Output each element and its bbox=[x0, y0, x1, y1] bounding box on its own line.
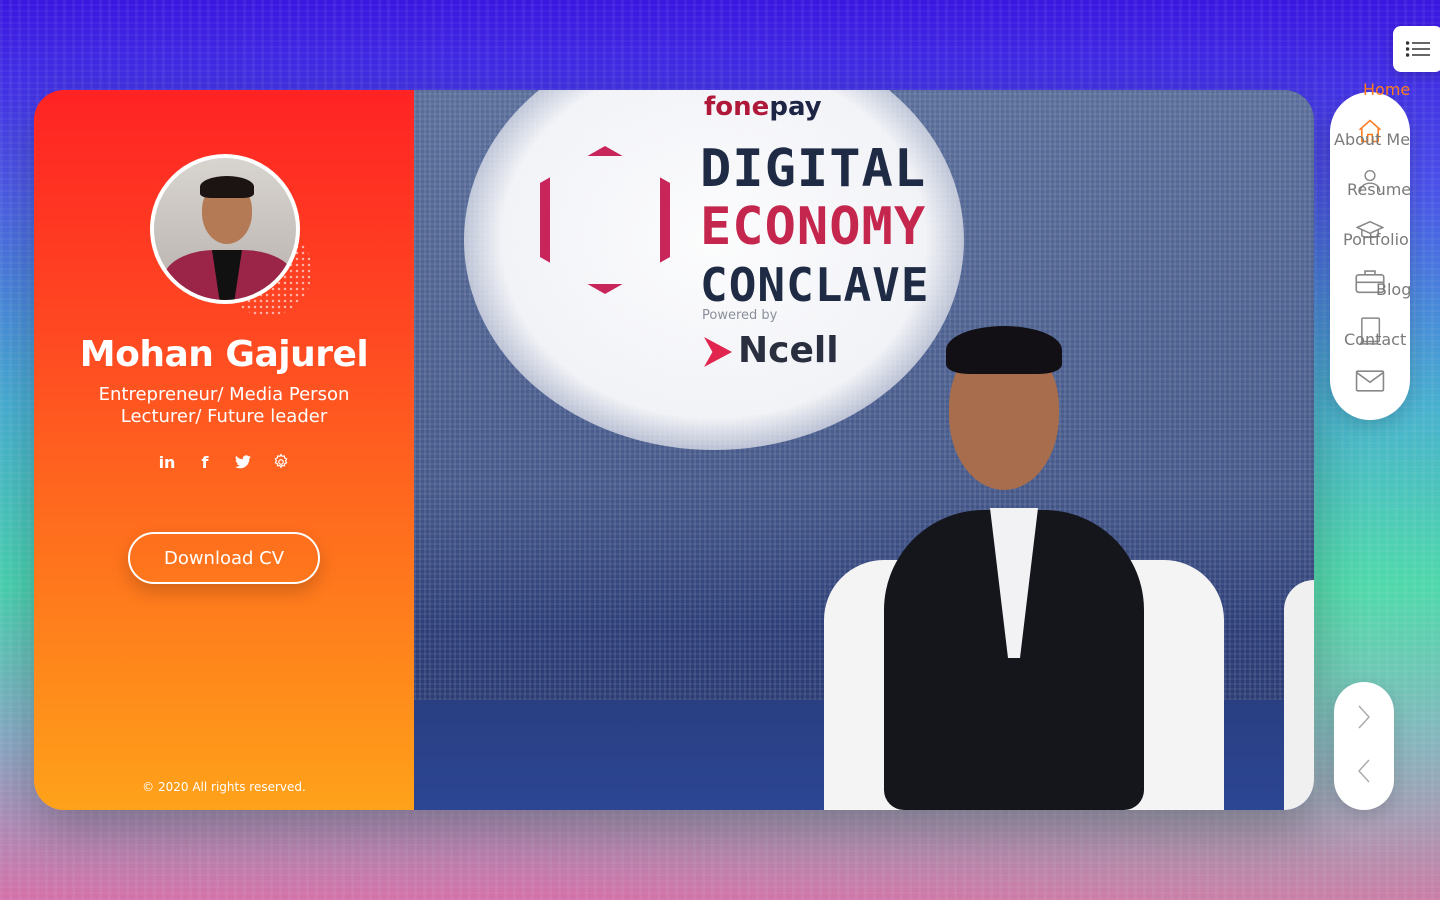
social-links: in f bbox=[34, 452, 414, 472]
nav-item-contact[interactable] bbox=[1330, 356, 1410, 406]
chevron-right-icon bbox=[1358, 705, 1370, 729]
settings-icon[interactable] bbox=[271, 452, 291, 472]
event-title: DIGITAL ECONOMY CONCLAVE bbox=[700, 139, 930, 312]
avatar-container bbox=[150, 154, 312, 316]
armchair-edge bbox=[1284, 580, 1314, 810]
ncell-logo: Ncell bbox=[704, 330, 839, 371]
nav-label-portfolio[interactable]: Portfolio bbox=[1343, 230, 1409, 249]
facebook-icon[interactable]: f bbox=[195, 452, 215, 472]
profile-subtitle: Entrepreneur/ Media Person Lecturer/ Fut… bbox=[34, 384, 414, 428]
nav-label-home[interactable]: Home bbox=[1363, 80, 1410, 99]
linkedin-icon[interactable]: in bbox=[157, 452, 177, 472]
nav-label-blog[interactable]: Blog bbox=[1376, 280, 1411, 299]
nav-label-resume[interactable]: Resume bbox=[1347, 180, 1411, 199]
hero-image: fonepay DIGITAL ECONOMY CONCLAVE Powered… bbox=[414, 90, 1314, 810]
twitter-icon[interactable] bbox=[233, 452, 253, 472]
profile-panel: Mohan Gajurel Entrepreneur/ Media Person… bbox=[34, 90, 414, 810]
download-cv-button[interactable]: Download CV bbox=[128, 532, 320, 584]
profile-name: Mohan Gajurel bbox=[79, 334, 369, 375]
avatar bbox=[150, 154, 300, 304]
previous-page-button[interactable] bbox=[1352, 756, 1376, 786]
copyright-footer: © 2020 All rights reserved. bbox=[142, 780, 306, 794]
subtitle-line-1: Entrepreneur/ Media Person bbox=[98, 384, 350, 405]
main-card: Mohan Gajurel Entrepreneur/ Media Person… bbox=[34, 90, 1314, 810]
subtitle-line-2: Lecturer/ Future leader bbox=[120, 406, 328, 427]
person-hair bbox=[946, 326, 1062, 374]
nav-label-about-me[interactable]: About Me bbox=[1334, 130, 1410, 149]
chevron-left-icon bbox=[1358, 759, 1370, 783]
fonepay-logo: fonepay bbox=[704, 92, 822, 122]
menu-toggle-button[interactable] bbox=[1393, 26, 1440, 72]
envelope-icon bbox=[1355, 370, 1385, 392]
list-icon bbox=[1406, 41, 1430, 57]
nav-label-contact[interactable]: Contact bbox=[1344, 330, 1406, 349]
powered-by-text: Powered by bbox=[702, 308, 778, 323]
next-page-button[interactable] bbox=[1352, 702, 1376, 732]
page-arrows bbox=[1334, 682, 1394, 810]
